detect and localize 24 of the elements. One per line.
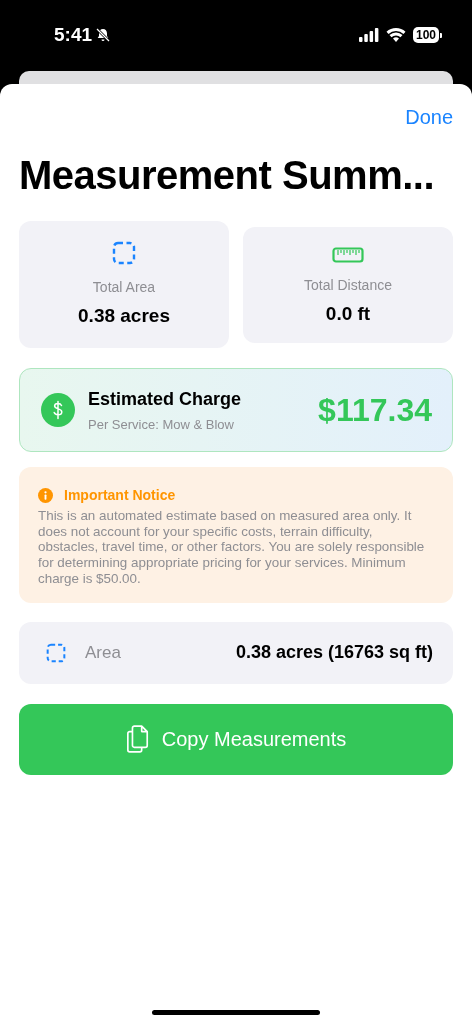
signal-icon <box>358 28 379 42</box>
stat-value: 0.0 ft <box>325 302 371 325</box>
sheet-title: Measurement Summ... <box>19 153 436 198</box>
stat-label: Total Distance <box>304 276 392 293</box>
documents-icon <box>125 724 150 754</box>
charge-title: Estimated Charge <box>88 388 243 410</box>
battery-level: 100 <box>412 27 439 43</box>
wifi-icon <box>385 28 406 42</box>
stat-value: 0.38 acres <box>78 305 170 327</box>
done-button[interactable]: Done <box>405 106 453 129</box>
stat-label: Total Area <box>92 279 156 295</box>
dashed-square-icon <box>46 642 66 663</box>
charge-amount: $117.34 <box>318 391 432 429</box>
info-icon <box>38 487 53 503</box>
row-label: Area <box>85 642 122 663</box>
ruler-icon <box>332 246 364 263</box>
dollar-icon <box>41 393 75 427</box>
notice-text: This is an automated estimate based on measured area only. It does not account for your specific costs, terrain difficulty, obstacles, travel time, or other factors. You are solely responsible for determining appropriate pricing for your services. Minimum charge is $50.00. <box>38 508 426 587</box>
copy-button[interactable]: Copy Measurements <box>19 703 453 775</box>
notice-title: Important Notice <box>64 487 176 503</box>
dashed-square-icon <box>112 241 136 265</box>
clock-time: 5:41 <box>54 24 93 46</box>
row-value: 0.38 acres (16763 sq ft) <box>235 642 433 663</box>
charge-subtitle: Per Service: Mow & Blow <box>88 416 235 432</box>
